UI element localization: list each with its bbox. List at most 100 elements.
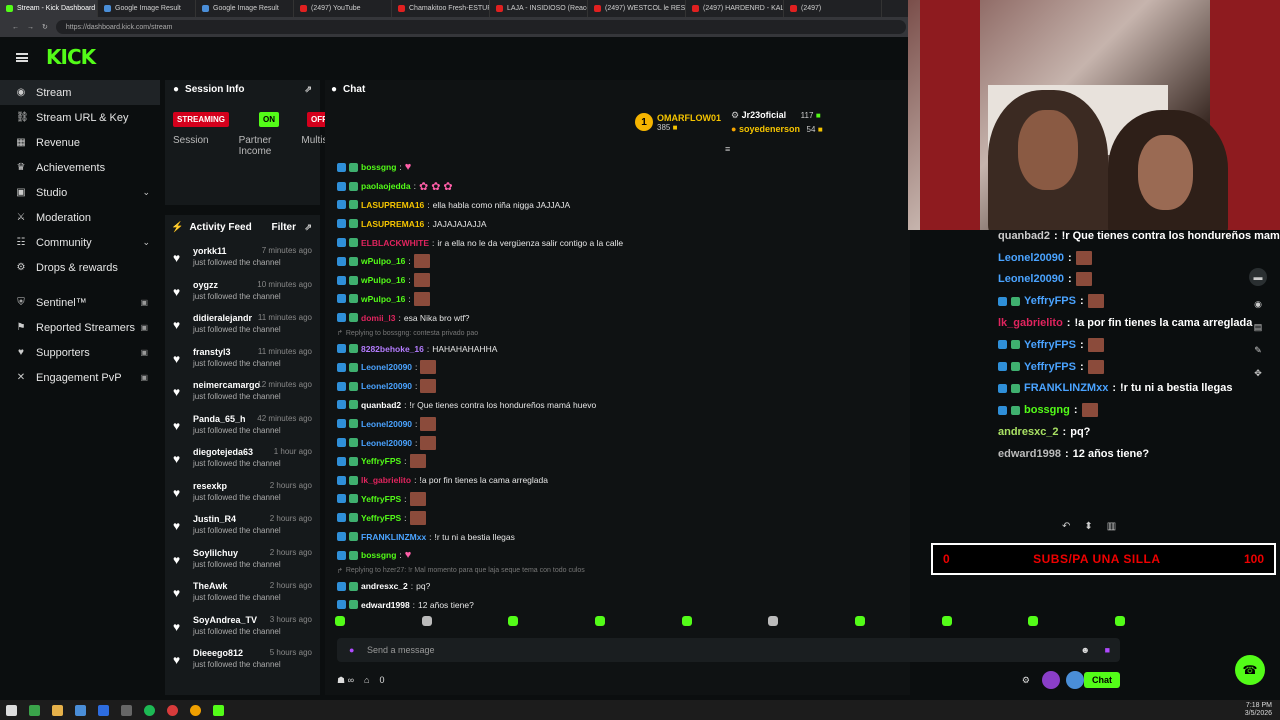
broadcast-icon[interactable]: ◉ [1253, 299, 1263, 309]
activity-feed-row[interactable]: ♥ franstyl3 just followed the channel 11 mi… [165, 342, 320, 376]
undo-icon[interactable]: ↶ [1062, 521, 1070, 532]
chat-message[interactable]: wPulpo_16: [337, 290, 897, 309]
activity-feed-row[interactable]: ♥ resexkp just followed the channel 2 hours… [165, 476, 320, 510]
chat-username[interactable]: Leonel20090 [361, 362, 412, 372]
browser-icon[interactable] [75, 704, 86, 716]
windows-start-icon[interactable] [6, 704, 17, 716]
sidebar-item-stream[interactable]: ◉ Stream [0, 80, 160, 105]
chat-username[interactable]: andresxc_2 [361, 581, 408, 591]
chat-username[interactable]: 8282behoke_16 [361, 344, 424, 354]
activity-feed-row[interactable]: ♥ SoyAndrea_TV just followed the channel 3 … [165, 610, 320, 644]
pin-icon[interactable]: ⬍ [1084, 521, 1092, 532]
browser-tab[interactable]: (2497) YouTube [294, 0, 392, 17]
sidebar-item-engagement-pvp[interactable]: ✕ Engagement PvP ▣ [0, 365, 160, 390]
chat-message[interactable]: Leonel20090: [337, 433, 897, 452]
chat-username[interactable]: YeffryFPS [361, 494, 401, 504]
external-link-icon[interactable]: ⇗ [304, 84, 312, 95]
leader-third-name[interactable]: soyedenerson [739, 124, 800, 134]
activity-feed-row[interactable]: ♥ TheAwk just followed the channel 2 hours … [165, 576, 320, 610]
support-chat-button[interactable]: ☎ [1235, 655, 1265, 685]
quick-emote-icon[interactable] [768, 616, 779, 626]
activity-feed-row[interactable]: ♥ Panda_65_h just followed the channel 42 m… [165, 409, 320, 443]
forward-icon[interactable]: → [27, 24, 34, 31]
chat-message[interactable]: Leonel20090: [337, 414, 897, 433]
quick-emote-icon[interactable] [508, 616, 519, 626]
chat-username[interactable]: YeffryFPS [361, 513, 401, 523]
browser-tab[interactable]: Stream - Kick Dashboard [0, 0, 98, 17]
chat-username[interactable]: quanbad2 [361, 400, 401, 410]
emote-ext-icon[interactable] [1066, 671, 1084, 689]
chat-username[interactable]: FRANKLINZMxx [361, 532, 426, 542]
leader-first[interactable]: 1 OMARFLOW01 385 ■ [635, 110, 721, 134]
chat-message[interactable]: 8282behoke_16: HAHAHAHAHHA [337, 339, 897, 358]
chat-username[interactable]: edward1998 [361, 600, 410, 610]
chat-username[interactable]: lk_gabrielito [361, 475, 411, 485]
external-link-icon[interactable]: ⇗ [304, 222, 312, 233]
leader-second-name[interactable]: Jr23oficial [742, 110, 787, 120]
browser-tab[interactable]: (2497) HARDENRD - KALV [686, 0, 784, 17]
filter-button[interactable]: Filter [272, 222, 296, 233]
microphone-icon[interactable]: ● [349, 645, 354, 655]
activity-feed-row[interactable]: ♥ oygzz just followed the channel 10 minute… [165, 275, 320, 309]
url-field[interactable]: https://dashboard.kick.com/stream [55, 20, 906, 34]
send-message-input[interactable]: ● Send a message ☻ ■ [337, 638, 1120, 662]
activity-feed-row[interactable]: ♥ diegotejeda63 just followed the channel 1… [165, 442, 320, 476]
reload-icon[interactable]: ↻ [42, 23, 48, 31]
chat-message[interactable]: edward1998:12 años tiene? [337, 596, 897, 615]
spotify-icon[interactable] [144, 704, 155, 716]
activity-feed-row[interactable]: ♥ neimercamargo just followed the channel 1… [165, 375, 320, 409]
partner-income-badge[interactable]: ON [259, 112, 279, 127]
chat-username[interactable]: wPulpo_16 [361, 294, 405, 304]
chrome-icon[interactable] [190, 704, 201, 716]
sidebar-item-reported-streamers[interactable]: ⚑ Reported Streamers ▣ [0, 315, 160, 340]
browser-tab[interactable]: Google Image Result [196, 0, 294, 17]
7tv-icon[interactable] [1042, 671, 1060, 689]
sidebar-item-drops-rewards[interactable]: ⚙ Drops & rewards [0, 255, 160, 280]
chat-username[interactable]: ELBLACKWHITE [361, 238, 429, 248]
chat-message[interactable]: andresxc_2: pq? [337, 577, 897, 596]
chat-icon[interactable]: ▬ [1249, 268, 1267, 286]
sidebar-item-supporters[interactable]: ♥ Supporters ▣ [0, 340, 160, 365]
quick-emote-icon[interactable] [335, 616, 345, 626]
chat-message[interactable]: LASUPREMA16: ella habla como niña nigga J… [337, 196, 897, 215]
pinned-toggle-icon[interactable]: ≡ [725, 144, 730, 154]
sidebar-item-revenue[interactable]: ▦ Revenue [0, 130, 160, 155]
quick-emote-icon[interactable] [681, 616, 692, 626]
chat-username[interactable]: Leonel20090 [361, 438, 412, 448]
chat-message[interactable]: YeffryFPS: [337, 452, 897, 471]
quick-emote-icon[interactable] [854, 616, 865, 626]
chat-message[interactable]: bossgng: ♥ [337, 546, 897, 565]
folder-icon[interactable] [52, 704, 63, 716]
activity-feed-row[interactable]: ♥ Dieeego812 just followed the channel 5 ho… [165, 643, 320, 677]
chat-username[interactable]: domii_l3 [361, 313, 395, 323]
chat-message[interactable]: quanbad2: !r Que tienes contra los hondur… [337, 396, 897, 415]
menu-icon[interactable] [16, 52, 28, 62]
sidebar-item-moderation[interactable]: ⚔ Moderation [0, 205, 160, 230]
app-icon[interactable] [29, 704, 40, 716]
quick-emote-icon[interactable] [1114, 616, 1125, 626]
kick-app-icon[interactable] [213, 704, 224, 716]
browser-tab[interactable]: (2497) WESTCOL le RESPO [588, 0, 686, 17]
chat-message[interactable]: Leonel20090: [337, 377, 897, 396]
kick-logo[interactable]: KICK [46, 45, 96, 69]
activity-feed-row[interactable]: ♥ Justin_R4 just followed the channel 2 hou… [165, 509, 320, 543]
chat-message[interactable]: FRANKLINZMxx: !r tu ni a bestia llegas [337, 527, 897, 546]
wrench-icon[interactable]: ✎ [1253, 345, 1263, 355]
sidebar-item-stream-url-key[interactable]: ⛓ Stream URL & Key [0, 105, 160, 130]
chat-username[interactable]: paolaojedda [361, 181, 411, 191]
quick-emote-icon[interactable] [941, 616, 952, 626]
activity-feed-row[interactable]: ♥ didieralejandr just followed the channel… [165, 308, 320, 342]
chat-message[interactable]: wPulpo_16: [337, 252, 897, 271]
chat-username[interactable]: LASUPREMA16 [361, 200, 424, 210]
quick-emote-icon[interactable] [421, 616, 432, 626]
kick-points-icon[interactable]: ■ [1105, 645, 1110, 655]
obs-icon[interactable] [167, 704, 178, 716]
chat-message[interactable]: YeffryFPS: [337, 490, 897, 509]
chat-username[interactable]: Leonel20090 [361, 381, 412, 391]
layout-icon[interactable]: ▤ [1253, 322, 1263, 332]
chat-message[interactable]: YeffryFPS: [337, 508, 897, 527]
sidebar-item-sentinel-[interactable]: ⛨ Sentinel™ ▣ [0, 290, 160, 315]
browser-tab[interactable]: Chamakitoo Fresh-ESTUPI [392, 0, 490, 17]
settings-icon[interactable] [121, 704, 132, 716]
activity-feed-row[interactable]: ♥ yorkk11 just followed the channel 7 minut… [165, 241, 320, 275]
